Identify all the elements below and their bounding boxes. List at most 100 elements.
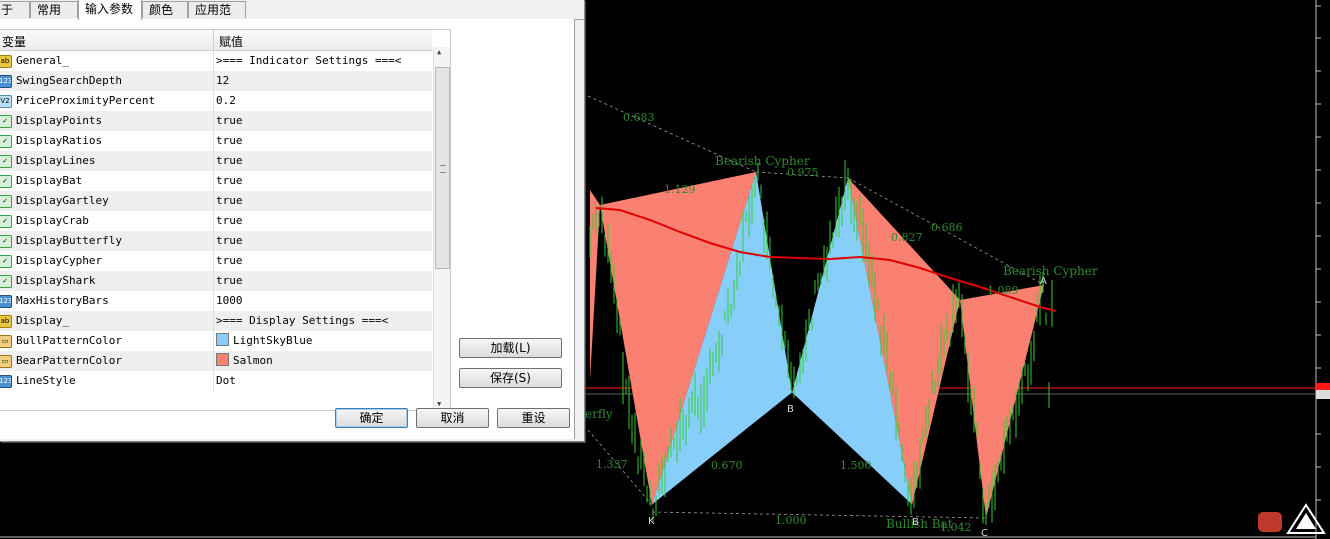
parameter-value-text: true [216, 234, 243, 247]
bool-icon: ✓ [0, 275, 12, 288]
save-button[interactable]: 保存(S) [459, 368, 562, 388]
inputs-panel: 变量 赋值 ab General_ >=== Indicator Settings … [0, 19, 575, 439]
ok-button[interactable]: 确定 [335, 408, 408, 428]
parameter-name: DisplayGartley [16, 194, 109, 207]
logo-icon [1258, 512, 1282, 532]
parameter-row[interactable]: 123 LineStyle Dot [0, 371, 432, 391]
cancel-button[interactable]: 取消 [416, 408, 489, 428]
parameter-value-text: 12 [216, 74, 230, 87]
column-header-variable[interactable]: 变量 [2, 33, 26, 50]
bool-icon: ✓ [0, 235, 12, 248]
scrollbar-thumb[interactable] [435, 67, 450, 269]
parameter-value[interactable]: true [216, 231, 243, 250]
ratio-label: 0.827 [891, 231, 923, 244]
parameter-value[interactable]: true [216, 151, 243, 170]
parameter-value[interactable]: 12 [216, 71, 229, 90]
tab-about[interactable]: 于 [0, 1, 30, 18]
parameter-name: DisplayShark [16, 274, 96, 287]
ab-icon: ab [0, 315, 12, 328]
point-label: B [912, 517, 919, 528]
parameter-value[interactable]: true [216, 171, 243, 190]
load-button[interactable]: 加载(L) [459, 338, 562, 358]
bool-icon: ✓ [0, 175, 12, 188]
color-swatch [216, 353, 229, 366]
parameter-value[interactable]: 1000 [216, 291, 243, 310]
parameter-value[interactable]: true [216, 271, 243, 290]
parameter-value-text: true [216, 214, 243, 227]
parameter-name: PriceProximityPercent [16, 94, 156, 107]
parameter-value[interactable]: Dot [216, 371, 236, 390]
parameter-row[interactable]: ✓ DisplayLines true [0, 151, 432, 171]
parameter-value[interactable]: true [216, 191, 243, 210]
parameter-name: DisplayPoints [16, 114, 103, 127]
parameter-row[interactable]: ✓ DisplayCypher true [0, 251, 432, 271]
parameter-value[interactable]: 0.2 [216, 91, 236, 110]
parameter-row[interactable]: ab Display_ >=== Display Settings ===< [0, 311, 432, 331]
parameter-value-text: Dot [216, 374, 236, 387]
parameter-row[interactable]: ✓ DisplayButterfly true [0, 231, 432, 251]
ratio-label: 1.500 [840, 459, 872, 472]
parameter-row[interactable]: ✓ DisplayRatios true [0, 131, 432, 151]
parameter-row[interactable]: 123 SwingSearchDepth 12 [0, 71, 432, 91]
ab-icon: ab [0, 55, 12, 68]
tab-colors[interactable]: 颜色 [142, 1, 188, 18]
parameter-value-text: true [216, 254, 243, 267]
parameter-value-text: true [216, 114, 243, 127]
ratio-label: 0.683 [623, 111, 655, 124]
bool-icon: ✓ [0, 215, 12, 228]
column-header-value[interactable]: 赋值 [219, 33, 243, 50]
point-label: K [648, 516, 655, 527]
parameter-value[interactable]: true [216, 111, 243, 130]
int-icon: 123 [0, 375, 12, 388]
parameter-value[interactable]: >=== Display Settings ===< [216, 311, 388, 330]
pattern-name-label: Bearish Cypher [715, 154, 810, 168]
ratio-label: 0.686 [931, 221, 963, 234]
parameter-name: BearPatternColor [16, 354, 122, 367]
parameter-value[interactable]: true [216, 211, 243, 230]
parameter-value[interactable]: >=== Indicator Settings ===< [216, 51, 401, 70]
parameter-value[interactable]: true [216, 131, 243, 150]
parameter-name: SwingSearchDepth [16, 74, 122, 87]
parameters-grid: 变量 赋值 ab General_ >=== Indicator Settings … [0, 29, 451, 411]
parameter-name: DisplayBat [16, 174, 83, 187]
parameter-row[interactable]: ✓ DisplayPoints true [0, 111, 432, 131]
bool-icon: ✓ [0, 155, 12, 168]
parameter-name: DisplayLines [16, 154, 96, 167]
bool-icon: ✓ [0, 115, 12, 128]
brand-logo-icon [1286, 503, 1326, 534]
parameter-value-text: true [216, 134, 243, 147]
parameter-value-text: Salmon [233, 354, 273, 367]
parameter-name: LineStyle [16, 374, 76, 387]
point-label: B [787, 404, 794, 415]
parameter-value[interactable]: LightSkyBlue [216, 331, 312, 350]
grid-header: 变量 赋值 [0, 30, 432, 51]
parameter-value-text: 0.2 [216, 94, 236, 107]
tab-inputs[interactable]: 输入参数 [78, 0, 142, 20]
parameter-value-text: true [216, 194, 243, 207]
ratio-label: 1.337 [596, 458, 628, 471]
parameter-row[interactable]: V2 PriceProximityPercent 0.2 [0, 91, 432, 111]
ratio-label: 1.000 [775, 514, 807, 527]
tab-visualization[interactable]: 应用范围 [188, 1, 246, 33]
parameter-value-text: true [216, 274, 243, 287]
bool-icon: ✓ [0, 135, 12, 148]
parameter-row[interactable]: ab General_ >=== Indicator Settings ===< [0, 51, 432, 71]
parameter-row[interactable]: ✓ DisplayBat true [0, 171, 432, 191]
tab-common[interactable]: 常用 [30, 1, 78, 18]
parameter-row[interactable]: ✓ DisplayGartley true [0, 191, 432, 211]
parameter-value[interactable]: true [216, 251, 243, 270]
parameter-name: DisplayCypher [16, 254, 103, 267]
grid-scrollbar[interactable]: ▲ ▼ [433, 47, 450, 409]
parameter-row[interactable]: ✓ DisplayCrab true [0, 211, 432, 231]
tab-bar: 于 常用 输入参数 颜色 应用范围 [0, 0, 584, 33]
indicator-properties-dialog: 于 常用 输入参数 颜色 应用范围 变量 赋值 ab General_ >=== I… [0, 0, 585, 442]
reset-button[interactable]: 重设 [497, 408, 570, 428]
parameter-name: BullPatternColor [16, 334, 122, 347]
bool-icon: ✓ [0, 195, 12, 208]
parameter-value[interactable]: Salmon [216, 351, 273, 370]
parameter-row[interactable]: ▭ BullPatternColor LightSkyBlue [0, 331, 432, 351]
parameter-row[interactable]: ▭ BearPatternColor Salmon [0, 351, 432, 371]
ratio-label: 1.089 [987, 284, 1019, 297]
parameter-row[interactable]: ✓ DisplayShark true [0, 271, 432, 291]
parameter-row[interactable]: 123 MaxHistoryBars 1000 [0, 291, 432, 311]
